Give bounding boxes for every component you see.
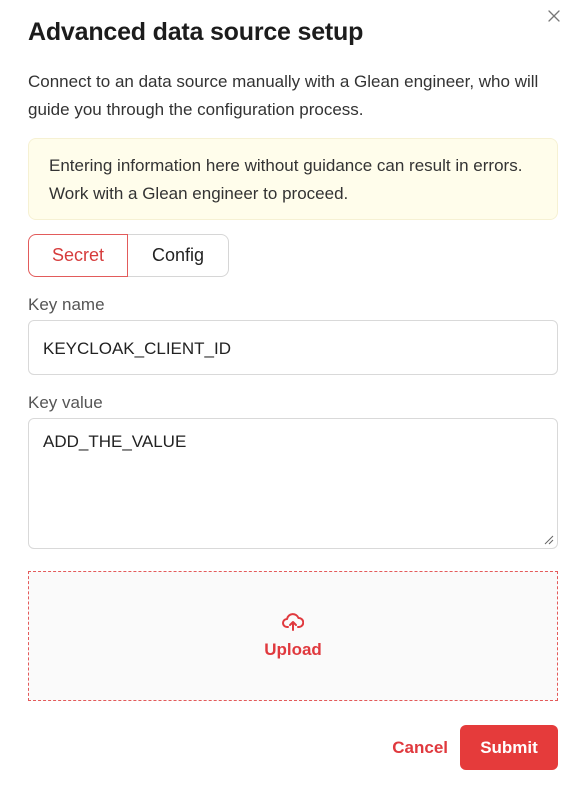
- warning-banner: Entering information here without guidan…: [28, 138, 558, 220]
- key-value-text: ADD_THE_VALUE: [43, 432, 187, 451]
- cloud-upload-icon: [282, 613, 304, 631]
- key-name-label: Key name: [28, 295, 105, 314]
- upload-label: Upload: [264, 640, 322, 659]
- resize-handle-icon[interactable]: [544, 535, 554, 545]
- tab-secret[interactable]: Secret: [28, 234, 128, 277]
- cancel-button[interactable]: Cancel: [392, 738, 448, 758]
- dialog-title: Advanced data source setup: [28, 18, 364, 46]
- tab-config[interactable]: Config: [128, 234, 229, 277]
- close-button[interactable]: [542, 4, 566, 28]
- dialog-footer: Cancel Submit: [392, 725, 558, 770]
- dialog-description: Connect to an data source manually with …: [28, 72, 539, 119]
- upload-dropzone[interactable]: Upload: [28, 571, 558, 701]
- close-icon: [548, 10, 560, 22]
- key-value-label: Key value: [28, 393, 103, 412]
- secret-config-toggle: Secret Config: [28, 234, 229, 277]
- submit-button[interactable]: Submit: [460, 725, 558, 770]
- advanced-setup-dialog: Advanced data source setup Connect to an…: [0, 0, 586, 801]
- key-name-input[interactable]: KEYCLOAK_CLIENT_ID: [28, 320, 558, 375]
- key-value-textarea[interactable]: ADD_THE_VALUE: [28, 418, 558, 549]
